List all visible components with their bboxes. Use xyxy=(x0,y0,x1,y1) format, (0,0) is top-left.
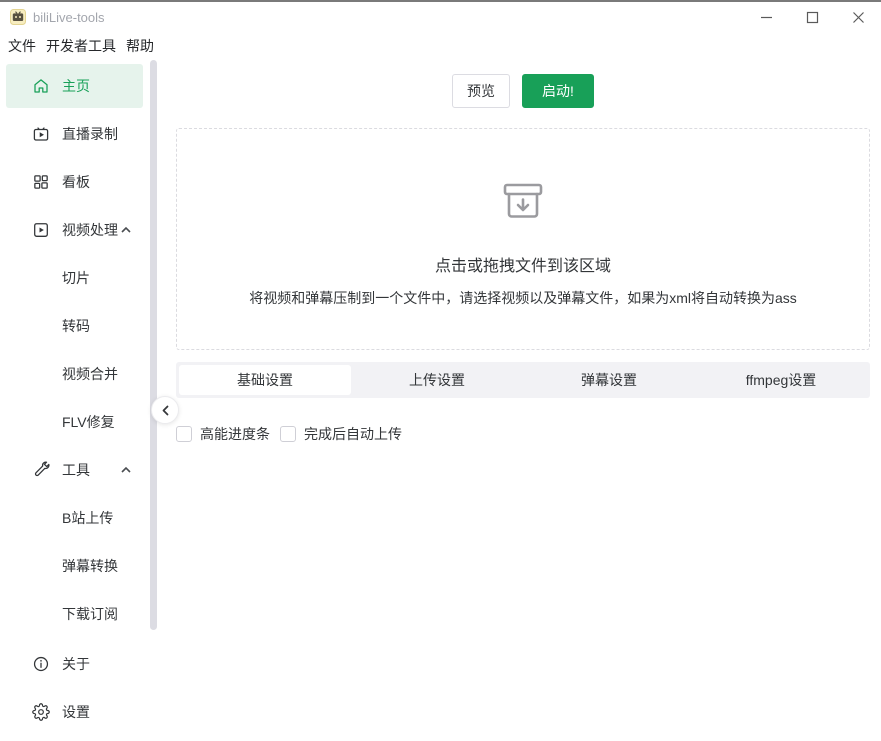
minimize-button[interactable] xyxy=(743,2,789,32)
info-icon xyxy=(32,655,50,673)
tab-danmu-settings[interactable]: 弹幕设置 xyxy=(523,365,695,395)
checkbox-box-icon[interactable] xyxy=(280,426,296,442)
sidebar-item-label: 转码 xyxy=(62,316,90,336)
sidebar-item-video-merge[interactable]: 视频合并 xyxy=(6,352,143,396)
basic-settings-options: 高能进度条 完成后自动上传 xyxy=(176,424,870,444)
menu-file[interactable]: 文件 xyxy=(3,33,41,59)
app-logo-icon xyxy=(10,9,26,25)
sidebar-item-bili-upload[interactable]: B站上传 xyxy=(6,496,143,540)
dashboard-icon xyxy=(32,173,50,191)
file-dropzone[interactable]: 点击或拖拽文件到该区域 将视频和弹幕压制到一个文件中，请选择视频以及弹幕文件，如… xyxy=(176,128,870,350)
video-play-icon xyxy=(32,221,50,239)
sidebar-item-flv-repair[interactable]: FLV修复 xyxy=(6,400,143,444)
sidebar-item-label: 直播录制 xyxy=(62,124,118,144)
dropzone-title: 点击或拖拽文件到该区域 xyxy=(177,252,869,276)
dropzone-subtitle: 将视频和弹幕压制到一个文件中，请选择视频以及弹幕文件，如果为xml将自动转换为a… xyxy=(177,288,869,308)
sidebar-item-tools[interactable]: 工具 xyxy=(6,448,143,492)
checkbox-label: 完成后自动上传 xyxy=(304,424,402,444)
chevron-up-icon xyxy=(119,463,133,477)
sidebar-collapse-button[interactable] xyxy=(151,396,179,424)
preview-button[interactable]: 预览 xyxy=(452,74,510,108)
sidebar-item-label: 视频合并 xyxy=(62,364,118,384)
sidebar-item-label: 切片 xyxy=(62,268,90,288)
chevron-left-icon xyxy=(159,404,172,417)
sidebar-item-download-subscribe[interactable]: 下载订阅 xyxy=(6,592,143,636)
sidebar-item-label: 视频处理 xyxy=(62,220,118,240)
sidebar-item-label: 工具 xyxy=(62,460,90,480)
checkbox-label: 高能进度条 xyxy=(200,424,270,444)
sidebar-scrollbar[interactable] xyxy=(150,60,157,630)
start-button[interactable]: 启动! xyxy=(522,74,594,108)
sidebar-item-label: 设置 xyxy=(62,702,90,722)
sidebar-item-label: 主页 xyxy=(62,76,90,96)
sidebar-item-settings[interactable]: 设置 xyxy=(6,690,143,734)
sidebar-item-danmu-convert[interactable]: 弹幕转换 xyxy=(6,544,143,588)
wrench-icon xyxy=(32,461,50,479)
checkbox-box-icon[interactable] xyxy=(176,426,192,442)
window-controls xyxy=(743,2,881,32)
app-window: biliLive-tools 文件 开发者工具 帮助 xyxy=(0,0,881,741)
home-icon xyxy=(32,77,50,95)
chevron-up-icon xyxy=(119,223,133,237)
app-body: 主页 直播录制 看板 xyxy=(0,60,881,741)
tab-ffmpeg-settings[interactable]: ffmpeg设置 xyxy=(695,365,867,395)
sidebar-item-live-record[interactable]: 直播录制 xyxy=(6,112,143,156)
gear-icon xyxy=(32,703,50,721)
sidebar-item-label: 关于 xyxy=(62,654,90,674)
sidebar-item-clip[interactable]: 切片 xyxy=(6,256,143,300)
archive-download-icon xyxy=(499,177,547,225)
action-buttons: 预览 启动! xyxy=(176,74,870,108)
sidebar-item-label: 弹幕转换 xyxy=(62,556,118,576)
sidebar-item-label: B站上传 xyxy=(62,508,113,528)
sidebar-item-label: 看板 xyxy=(62,172,90,192)
maximize-button[interactable] xyxy=(789,2,835,32)
sidebar-item-label: 下载订阅 xyxy=(62,604,118,624)
sidebar-item-label: FLV修复 xyxy=(62,412,115,432)
sidebar-item-home[interactable]: 主页 xyxy=(6,64,143,108)
settings-tabs: 基础设置 上传设置 弹幕设置 ffmpeg设置 xyxy=(176,362,870,398)
menu-devtools[interactable]: 开发者工具 xyxy=(41,33,121,59)
checkbox-auto-upload-after-finish[interactable]: 完成后自动上传 xyxy=(280,424,402,444)
sidebar: 主页 直播录制 看板 xyxy=(0,60,150,741)
tv-icon xyxy=(32,125,50,143)
main-content: 预览 启动! 点击或拖拽文件到该区域 将视频和弹幕压制到一个文件中，请选择视频以… xyxy=(176,60,870,444)
sidebar-footer: 关于 设置 xyxy=(0,642,150,738)
window-title: biliLive-tools xyxy=(33,10,105,25)
sidebar-item-about[interactable]: 关于 xyxy=(6,642,143,686)
close-button[interactable] xyxy=(835,2,881,32)
sidebar-menu: 主页 直播录制 看板 xyxy=(0,60,150,636)
tab-upload-settings[interactable]: 上传设置 xyxy=(351,365,523,395)
sidebar-item-dashboard[interactable]: 看板 xyxy=(6,160,143,204)
titlebar: biliLive-tools xyxy=(0,2,881,32)
tab-basic-settings[interactable]: 基础设置 xyxy=(179,365,351,395)
menubar: 文件 开发者工具 帮助 xyxy=(0,32,881,60)
checkbox-high-energy-progress[interactable]: 高能进度条 xyxy=(176,424,270,444)
sidebar-item-video-processing[interactable]: 视频处理 xyxy=(6,208,143,252)
menu-help[interactable]: 帮助 xyxy=(121,33,159,59)
sidebar-item-transcode[interactable]: 转码 xyxy=(6,304,143,348)
